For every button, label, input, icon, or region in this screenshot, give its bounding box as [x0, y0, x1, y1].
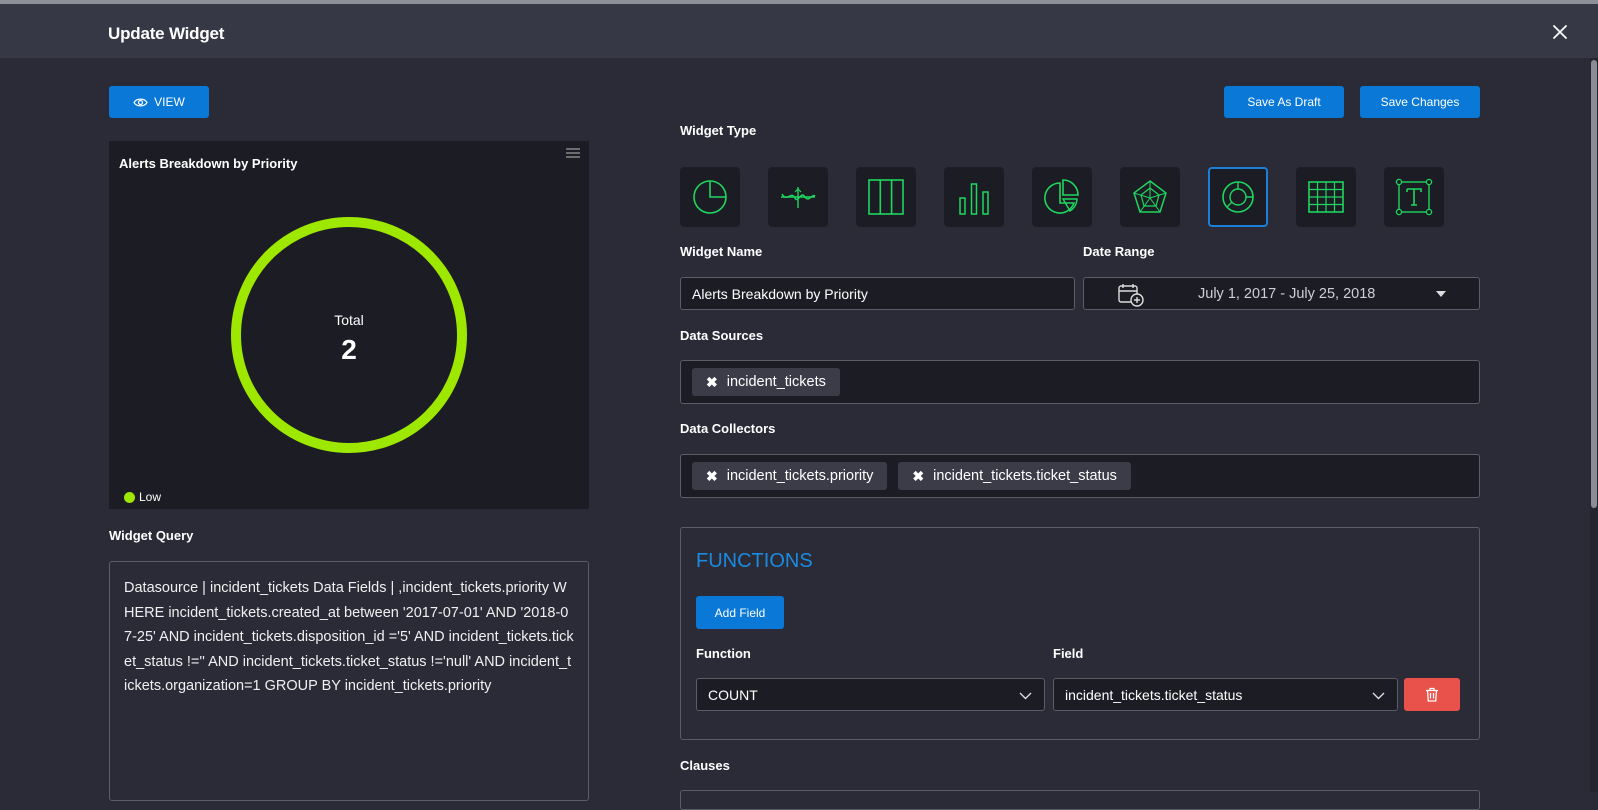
add-field-button[interactable]: Add Field	[696, 596, 784, 629]
remove-tag-icon[interactable]: ✖	[706, 468, 718, 485]
date-range-picker[interactable]: July 1, 2017 - July 25, 2018	[1083, 277, 1480, 310]
data-sources-field[interactable]: ✖ incident_tickets	[680, 360, 1480, 404]
functions-panel: FUNCTIONS Add Field Function Field COUNT…	[680, 527, 1480, 740]
chevron-down-icon	[1019, 692, 1032, 700]
view-button-label: VIEW	[154, 95, 185, 109]
widget-type-line[interactable]	[768, 167, 828, 227]
widget-query-label: Widget Query	[109, 528, 194, 543]
data-sources-label: Data Sources	[680, 328, 764, 343]
widget-type-table[interactable]	[1296, 167, 1356, 227]
table-icon	[1308, 181, 1344, 213]
widget-type-selector	[680, 167, 1444, 227]
eye-icon	[133, 98, 148, 106]
widget-name-label: Widget Name	[680, 244, 763, 259]
widget-type-text[interactable]	[1384, 167, 1444, 227]
widget-type-bar[interactable]	[944, 167, 1004, 227]
chart-preview: Alerts Breakdown by Priority Total 2 Low	[109, 141, 589, 509]
donut-center-label: Total	[334, 312, 364, 328]
widget-name-input[interactable]: Alerts Breakdown by Priority	[680, 277, 1075, 310]
radar-chart-icon	[1133, 180, 1167, 213]
save-changes-button[interactable]: Save Changes	[1360, 86, 1480, 118]
line-chart-icon	[781, 187, 816, 208]
close-icon[interactable]	[1550, 22, 1570, 42]
tag-data-collector: ✖ incident_tickets.ticket_status	[898, 462, 1131, 490]
calendar-add-icon	[1118, 284, 1144, 307]
legend-label-low: Low	[139, 490, 162, 504]
function-label: Function	[696, 646, 751, 661]
tag-label: incident_tickets.ticket_status	[933, 468, 1117, 484]
field-label: Field	[1053, 646, 1084, 661]
scrollbar-thumb[interactable]	[1591, 60, 1597, 508]
widget-type-label: Widget Type	[680, 123, 757, 138]
view-button[interactable]: VIEW	[109, 86, 209, 118]
dialog-header: Update Widget	[0, 4, 1598, 58]
caret-down-icon	[1436, 291, 1446, 297]
widget-type-radar[interactable]	[1120, 167, 1180, 227]
remove-tag-icon[interactable]: ✖	[912, 468, 924, 485]
bar-chart-icon	[959, 183, 989, 215]
clauses-field[interactable]	[680, 790, 1480, 810]
tag-data-source: ✖ incident_tickets	[692, 368, 840, 396]
donut-center-value: 2	[341, 334, 357, 365]
widget-type-pie-split[interactable]	[1032, 167, 1092, 227]
widget-type-pie[interactable]	[680, 167, 740, 227]
remove-tag-icon[interactable]: ✖	[706, 374, 718, 391]
donut-chart: Total 2	[231, 217, 467, 453]
function-select-value: COUNT	[708, 686, 758, 703]
function-select[interactable]: COUNT	[696, 678, 1045, 711]
delete-function-button[interactable]	[1404, 678, 1460, 711]
field-select-value: incident_tickets.ticket_status	[1065, 686, 1243, 703]
trash-icon	[1426, 687, 1438, 702]
widget-query-textarea[interactable]: Datasource | incident_tickets Data Field…	[109, 561, 589, 801]
dialog-title: Update Widget	[108, 24, 225, 43]
field-select[interactable]: incident_tickets.ticket_status	[1053, 678, 1398, 711]
pie-split-icon	[1044, 179, 1079, 214]
tag-data-collector: ✖ incident_tickets.priority	[692, 462, 888, 490]
data-collectors-field[interactable]: ✖ incident_tickets.priority ✖ incident_t…	[680, 454, 1480, 498]
clauses-label: Clauses	[680, 758, 730, 773]
chevron-down-icon	[1372, 692, 1385, 700]
pie-chart-icon	[693, 180, 727, 214]
functions-title: FUNCTIONS	[696, 550, 813, 572]
chart-legend[interactable]: Low	[124, 490, 161, 504]
column-chart-icon	[868, 179, 904, 215]
legend-swatch-low	[124, 491, 135, 503]
text-icon	[1395, 178, 1433, 216]
data-collectors-label: Data Collectors	[680, 421, 776, 436]
widget-type-donut[interactable]	[1208, 167, 1268, 227]
tag-label: incident_tickets	[726, 374, 826, 390]
donut-chart-icon	[1222, 181, 1254, 213]
date-range-label: Date Range	[1083, 244, 1155, 259]
date-range-value: July 1, 2017 - July 25, 2018	[1198, 286, 1376, 302]
tag-label: incident_tickets.priority	[726, 468, 874, 484]
widget-type-column[interactable]	[856, 167, 916, 227]
save-as-draft-button[interactable]: Save As Draft	[1224, 86, 1344, 118]
